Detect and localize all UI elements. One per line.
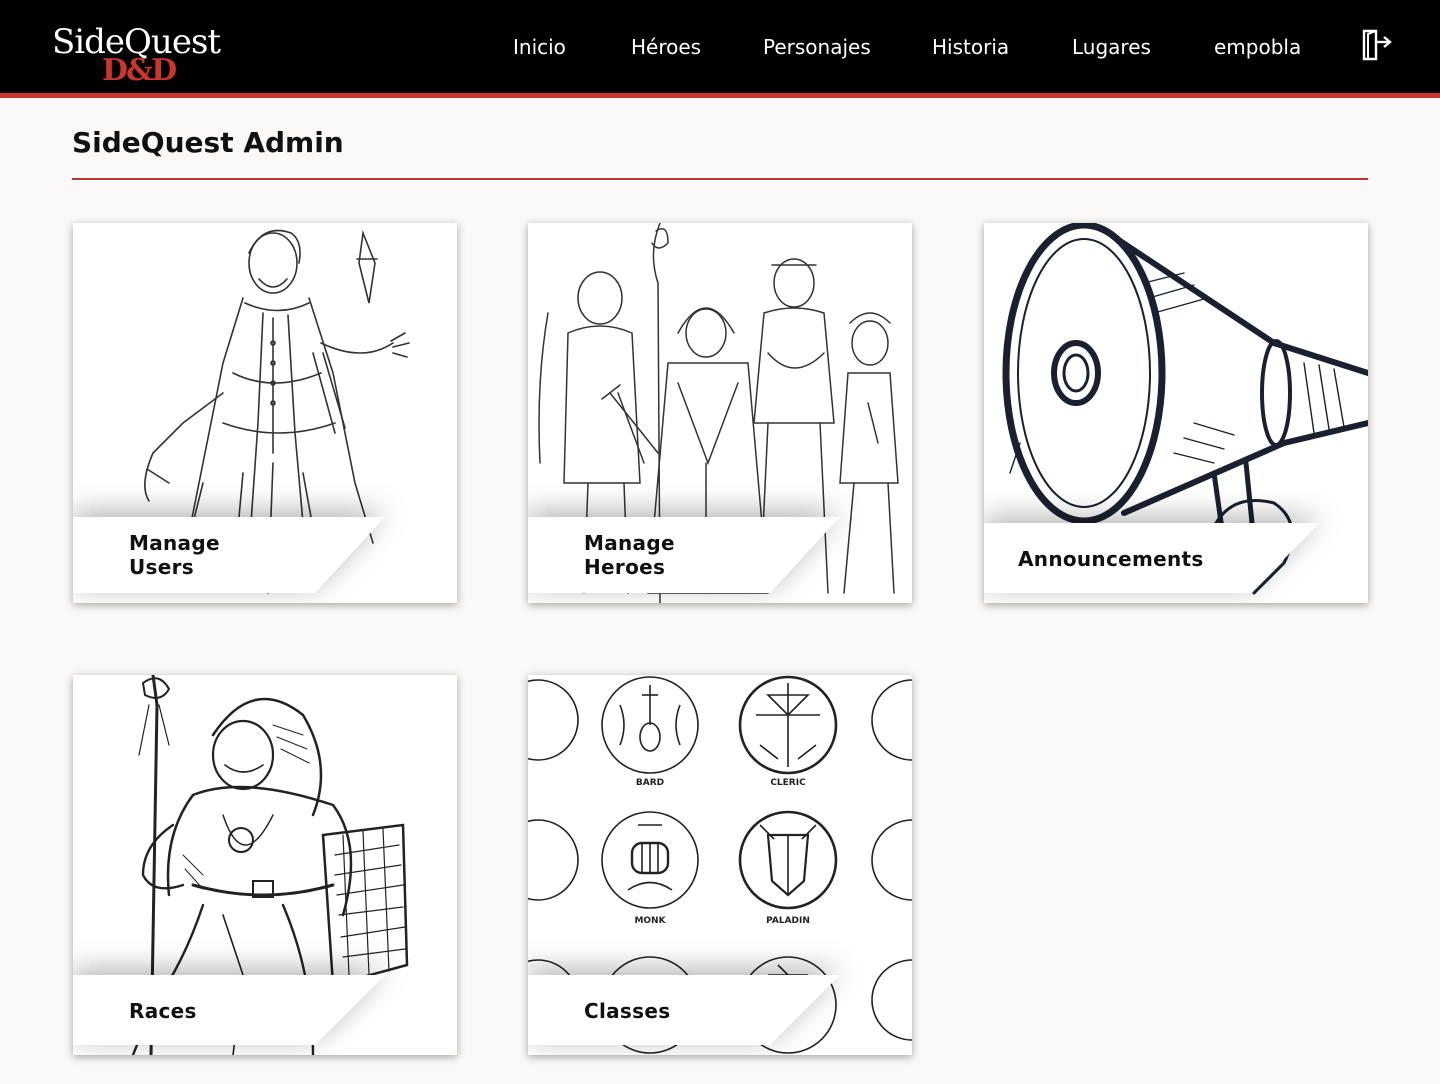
- card-label-banner: Manage Heroes: [528, 517, 912, 593]
- card-label-classes: Classes: [584, 999, 671, 1023]
- card-races[interactable]: Races: [73, 675, 457, 1055]
- main-nav: Inicio Héroes Personajes Historia Lugare…: [0, 0, 1440, 94]
- emblem-label-cleric: CLERIC: [770, 778, 806, 788]
- page-title: SideQuest Admin: [72, 126, 344, 159]
- nav-item-inicio[interactable]: Inicio: [513, 34, 566, 60]
- card-classes[interactable]: BARD CLERIC MONK PALADIN Classes: [528, 675, 912, 1055]
- emblem-label-paladin: PALADIN: [766, 916, 810, 926]
- card-label-announcements: Announcements: [1018, 547, 1204, 571]
- card-label-banner: Announcements: [984, 523, 1368, 599]
- title-divider: [72, 178, 1368, 180]
- nav-item-historia[interactable]: Historia: [932, 34, 1009, 60]
- logout-icon[interactable]: [1362, 28, 1394, 62]
- card-label-banner: Races: [73, 975, 457, 1051]
- top-navbar: SideQuest D&D Inicio Héroes Personajes H…: [0, 0, 1440, 98]
- nav-item-lugares[interactable]: Lugares: [1072, 34, 1151, 60]
- card-label-banner: Manage Users: [73, 517, 457, 593]
- emblem-label-bard: BARD: [636, 778, 664, 788]
- card-label-races: Races: [129, 999, 197, 1023]
- nav-item-heroes[interactable]: Héroes: [631, 34, 701, 60]
- emblem-label-monk: MONK: [634, 916, 666, 926]
- card-manage-heroes[interactable]: Manage Heroes: [528, 223, 912, 603]
- nav-item-personajes[interactable]: Personajes: [763, 34, 871, 60]
- card-announcements[interactable]: Announcements: [984, 223, 1368, 603]
- card-label-banner: Classes: [528, 975, 912, 1051]
- card-label-manage-users: Manage Users: [129, 531, 220, 579]
- card-label-manage-heroes: Manage Heroes: [584, 531, 675, 579]
- card-manage-users[interactable]: Manage Users: [73, 223, 457, 603]
- nav-item-user-profile[interactable]: empobla: [1214, 34, 1301, 60]
